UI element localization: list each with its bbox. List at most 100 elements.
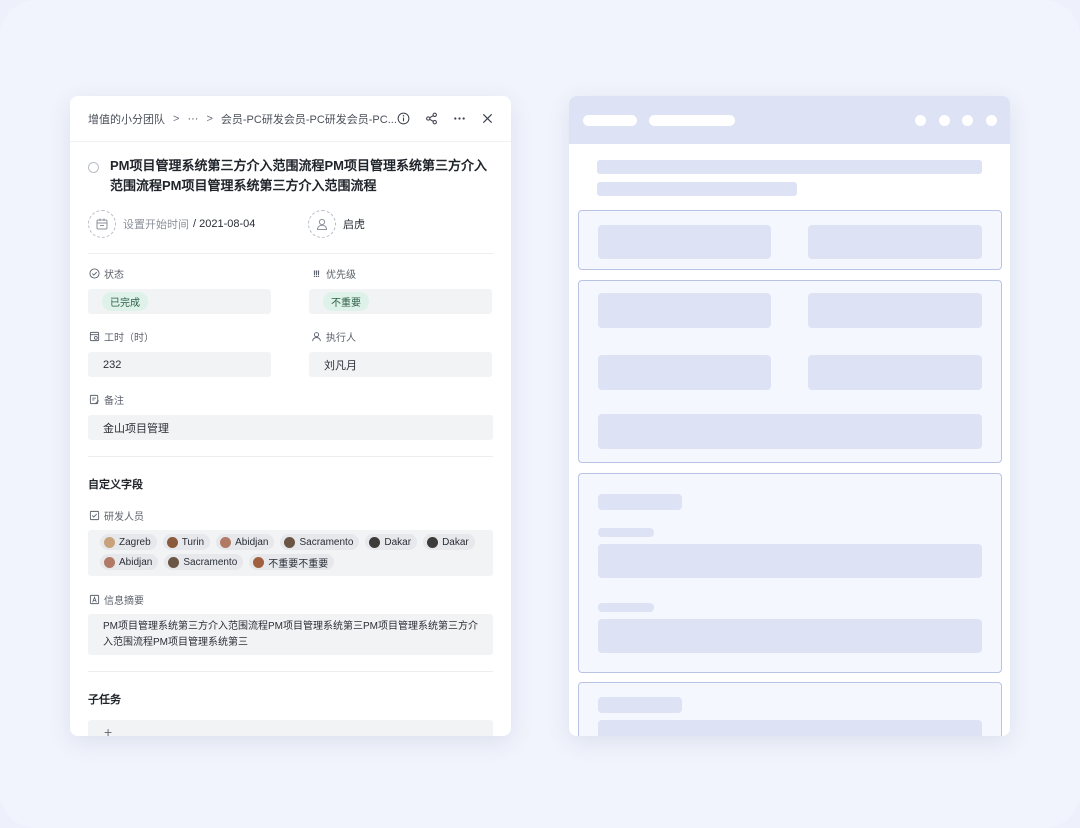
timesheet-icon [88,331,100,343]
assignee-label-text: 执行人 [326,333,356,344]
info-icon[interactable] [397,112,411,126]
summary-textarea[interactable]: PM项目管理系统第三方介入范围流程PM项目管理系统第三PM项目管理系统第三方介入… [88,614,493,655]
task-detail-panel: 增值的小分团队 > ··· > 会员-PC研发会员-PC研发会员-PC... P… [70,96,511,736]
summary-label-text: 信息摘要 [104,596,144,607]
complete-checkbox[interactable] [88,162,99,173]
skeleton-block [598,225,771,259]
divider [88,456,493,457]
share-icon[interactable] [425,112,439,126]
header-actions [397,112,495,126]
developer-name: Abidjan [119,556,153,568]
skeleton-block [598,414,982,449]
skeleton-block [808,355,982,390]
owner-field[interactable]: 启虎 [308,210,365,238]
developer-name: 不重要不重要 [268,558,329,570]
task-title[interactable]: PM项目管理系统第三方介入范围流程PM项目管理系统第三方介入范围流程PM项目管理… [110,156,493,196]
calendar-icon [88,210,116,238]
breadcrumb-item-team[interactable]: 增值的小分团队 [88,111,165,127]
developers-label: 研发人员 [88,508,144,523]
developers-field[interactable]: Zagreb Turin Abidjan Sacramento Dakar Dakar Ab… [88,530,493,576]
skeleton-block [598,697,682,713]
custom-fields-title: 自定义字段 [88,479,143,491]
skeleton-block [598,494,682,510]
skeleton-card [578,682,1002,736]
breadcrumb: 增值的小分团队 > ··· > 会员-PC研发会员-PC研发会员-PC... [88,111,397,127]
more-icon[interactable] [453,112,467,126]
priority-label-text: 优先级 [326,270,356,281]
assignee-select[interactable]: 刘凡月 [309,352,492,377]
developer-name: Turin [181,536,205,548]
skeleton-line [597,182,797,196]
skeleton-preview-panel [569,96,1010,736]
developer-chip[interactable]: Sacramento [280,534,360,550]
developer-name: Sacramento [299,536,354,548]
hours-label: 工时（时） [88,329,154,344]
owner-name: 启虎 [343,219,365,231]
skeleton-header [569,96,1010,144]
developer-chip[interactable]: 不重要不重要 [249,554,335,570]
avatar [104,556,115,568]
hours-label-text: 工时（时） [104,333,154,344]
task-title-row: PM项目管理系统第三方介入范围流程PM项目管理系统第三方介入范围流程PM项目管理… [88,156,493,196]
start-date-value: / 2021-08-04 [193,218,256,230]
skeleton-block [808,225,982,259]
skeleton-header-dot [915,115,926,126]
status-label: 状态 [88,266,124,281]
add-subtask-button[interactable]: + [88,720,493,736]
avatar [168,556,180,568]
avatar [166,536,178,548]
note-input[interactable]: 金山项目管理 [88,415,493,440]
avatar [253,556,265,568]
skeleton-block [598,293,771,328]
close-icon[interactable] [481,112,495,126]
developer-name: Dakar [442,536,469,548]
breadcrumb-item-project[interactable]: 会员-PC研发会员-PC研发会员-PC... [221,111,397,127]
person-icon [310,331,322,343]
skeleton-body [569,144,1010,736]
breadcrumb-item-ellipsis[interactable]: ··· [187,113,198,125]
note-label: 备注 [88,392,124,407]
developer-chip[interactable]: Zagreb [100,534,157,550]
developer-chip[interactable]: Sacramento [164,554,244,570]
note-icon [88,394,100,406]
skeleton-line [597,160,982,174]
skeleton-block [598,355,771,390]
skeleton-block [808,293,982,328]
developer-chip[interactable]: Abidjan [216,534,275,550]
developer-chip[interactable]: Abidjan [100,554,159,570]
developer-chip[interactable]: Turin [162,534,211,550]
divider [88,671,493,672]
start-date-field[interactable]: 设置开始时间 / 2021-08-04 [88,210,255,238]
skeleton-card [578,280,1002,463]
skeleton-header-bar [649,115,735,126]
avatar [104,536,115,548]
developer-name: Dakar [384,536,412,548]
developers-label-text: 研发人员 [104,512,144,523]
priority-pill: 不重要 [323,292,369,311]
developer-chip[interactable]: Dakar [365,534,418,550]
status-select[interactable]: 已完成 [88,289,271,314]
start-date-placeholder: 设置开始时间 [123,219,189,231]
hours-input[interactable]: 232 [88,352,271,377]
status-label-text: 状态 [104,270,124,281]
developer-name: Abidjan [235,536,269,548]
avatar [284,536,296,548]
summary-label: 信息摘要 [88,592,144,607]
status-pill: 已完成 [102,292,148,311]
skeleton-header-dot [986,115,997,126]
skeleton-header-dot [962,115,973,126]
priority-select[interactable]: 不重要 [309,289,492,314]
skeleton-header-bar [583,115,637,126]
developer-name: Sacramento [183,556,238,568]
skeleton-card [578,210,1002,270]
skeleton-block [598,720,982,736]
divider [88,253,493,254]
note-label-text: 备注 [104,396,124,407]
subtasks-title: 子任务 [88,694,121,706]
checkbox-icon [88,510,100,522]
avatar [220,536,232,548]
priority-label: !!! 优先级 [310,266,356,282]
developer-name: Zagreb [119,536,151,548]
skeleton-block [598,544,982,578]
developer-chip[interactable]: Dakar [423,534,475,550]
